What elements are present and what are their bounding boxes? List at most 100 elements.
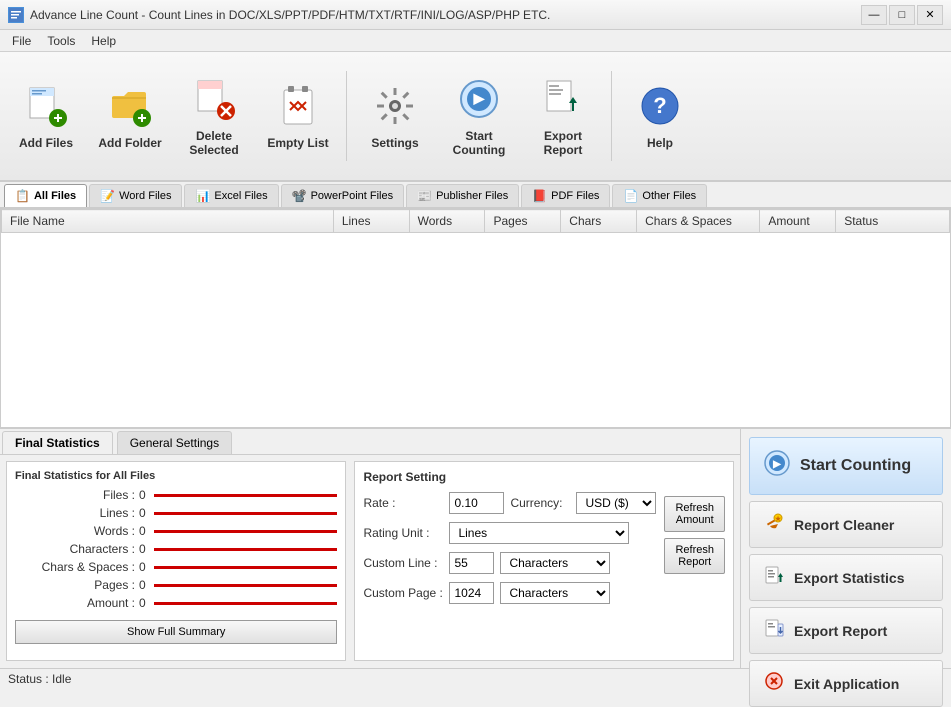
- start-counting-action-button[interactable]: ▶ Start Counting: [749, 437, 943, 495]
- bottom-tab-content: Final Statistics for All Files Files : 0…: [0, 455, 740, 667]
- tab-word-files[interactable]: 📝 Word Files: [89, 184, 182, 207]
- stat-value-pages: 0: [139, 578, 146, 592]
- report-cleaner-button[interactable]: ★ Report Cleaner: [749, 501, 943, 548]
- toolbar-divider-1: [346, 71, 347, 161]
- delete-selected-label: Delete Selected: [179, 129, 249, 157]
- add-folder-icon: [106, 82, 154, 130]
- svg-text:?: ?: [653, 93, 666, 118]
- svg-text:▶: ▶: [772, 459, 782, 470]
- custom-page-unit-select[interactable]: Characters Words: [500, 582, 610, 604]
- add-folder-label: Add Folder: [98, 136, 161, 150]
- rate-input[interactable]: [449, 492, 504, 514]
- stat-label-files: Files :: [15, 488, 135, 502]
- delete-selected-button[interactable]: Delete Selected: [174, 58, 254, 174]
- start-counting-action-icon: ▶: [764, 450, 790, 482]
- export-statistics-button[interactable]: Export Statistics: [749, 554, 943, 601]
- app-title: Advance Line Count - Count Lines in DOC/…: [30, 8, 861, 22]
- stat-row-words: Words : 0: [15, 524, 337, 538]
- stat-bar-files: [154, 494, 338, 497]
- start-counting-button[interactable]: ▶ Start Counting: [439, 58, 519, 174]
- currency-select[interactable]: USD ($) EUR (€) GBP (£): [576, 492, 656, 514]
- custom-page-input[interactable]: [449, 582, 494, 604]
- delete-selected-icon: [190, 75, 238, 123]
- tab-publisher-files[interactable]: 📰 Publisher Files: [406, 184, 519, 207]
- stat-row-chars: Characters : 0: [15, 542, 337, 556]
- close-button[interactable]: ✕: [917, 5, 943, 25]
- stat-bar-amount: [154, 602, 338, 605]
- export-report-action-button[interactable]: Export Report: [749, 607, 943, 654]
- tab-other-files[interactable]: 📄 Other Files: [612, 184, 707, 207]
- add-files-button[interactable]: Add Files: [6, 58, 86, 174]
- settings-label: Settings: [371, 136, 418, 150]
- pdf-files-icon: 📕: [532, 189, 547, 203]
- maximize-button[interactable]: □: [889, 5, 915, 25]
- tab-excel-files[interactable]: 📊 Excel Files: [184, 184, 278, 207]
- stat-label-chars-spaces: Chars & Spaces :: [15, 560, 135, 574]
- statistics-box: Final Statistics for All Files Files : 0…: [6, 461, 346, 661]
- rating-unit-label: Rating Unit :: [363, 526, 443, 540]
- refresh-report-button[interactable]: Refresh Report: [664, 538, 725, 574]
- export-report-action-label: Export Report: [794, 623, 887, 639]
- tab-general-settings[interactable]: General Settings: [117, 431, 232, 454]
- empty-list-button[interactable]: Empty List: [258, 58, 338, 174]
- col-chars: Chars: [561, 210, 637, 233]
- stat-value-chars: 0: [139, 542, 146, 556]
- stat-label-chars: Characters :: [15, 542, 135, 556]
- stat-bar-chars: [154, 548, 338, 551]
- export-report-label: Export Report: [528, 129, 598, 157]
- stat-value-amount: 0: [139, 596, 146, 610]
- bottom-tabs: Final Statistics General Settings: [0, 429, 740, 455]
- stat-bar-lines: [154, 512, 338, 515]
- refresh-amount-button[interactable]: Refresh Amount: [664, 496, 725, 532]
- rate-label: Rate :: [363, 496, 443, 510]
- add-files-label: Add Files: [19, 136, 73, 150]
- svg-text:▶: ▶: [473, 90, 486, 106]
- window-controls: — □ ✕: [861, 5, 943, 25]
- statistics-box-title: Final Statistics for All Files: [15, 470, 337, 482]
- stat-value-words: 0: [139, 524, 146, 538]
- col-amount: Amount: [760, 210, 836, 233]
- export-statistics-label: Export Statistics: [794, 570, 904, 586]
- empty-list-label: Empty List: [267, 136, 328, 150]
- tab-pdf-files[interactable]: 📕 PDF Files: [521, 184, 610, 207]
- all-files-icon: 📋: [15, 189, 30, 203]
- stat-row-lines: Lines : 0: [15, 506, 337, 520]
- menu-help[interactable]: Help: [83, 32, 124, 49]
- stat-label-lines: Lines :: [15, 506, 135, 520]
- publisher-files-icon: 📰: [417, 189, 432, 203]
- report-settings-title: Report Setting: [363, 470, 725, 484]
- help-button[interactable]: ? Help: [620, 58, 700, 174]
- exit-application-label: Exit Application: [794, 676, 899, 692]
- status-text: Status : Idle: [8, 672, 71, 686]
- other-files-icon: 📄: [623, 189, 638, 203]
- export-report-icon: [539, 75, 587, 123]
- settings-button[interactable]: Settings: [355, 58, 435, 174]
- exit-application-button[interactable]: Exit Application: [749, 660, 943, 707]
- col-chars-spaces: Chars & Spaces: [637, 210, 760, 233]
- tab-powerpoint-files[interactable]: 📽️ PowerPoint Files: [281, 184, 405, 207]
- menu-bar: File Tools Help: [0, 30, 951, 52]
- rating-unit-select[interactable]: Lines Words Characters Pages: [449, 522, 629, 544]
- stat-value-lines: 0: [139, 506, 146, 520]
- show-full-summary-button[interactable]: Show Full Summary: [15, 620, 337, 644]
- currency-label: Currency:: [510, 496, 570, 510]
- custom-page-label: Custom Page :: [363, 586, 443, 600]
- custom-line-input[interactable]: [449, 552, 494, 574]
- excel-files-icon: 📊: [195, 189, 210, 203]
- report-cleaner-label: Report Cleaner: [794, 517, 894, 533]
- custom-line-unit-select[interactable]: Characters Words: [500, 552, 610, 574]
- file-table-container: File Name Lines Words Pages Chars Chars …: [0, 208, 951, 428]
- menu-tools[interactable]: Tools: [39, 32, 83, 49]
- tab-final-statistics[interactable]: Final Statistics: [2, 431, 113, 454]
- custom-line-label: Custom Line :: [363, 556, 443, 570]
- tab-all-files[interactable]: 📋 All Files: [4, 184, 87, 207]
- help-label: Help: [647, 136, 673, 150]
- add-folder-button[interactable]: Add Folder: [90, 58, 170, 174]
- export-report-button[interactable]: Export Report: [523, 58, 603, 174]
- stat-label-pages: Pages :: [15, 578, 135, 592]
- stat-label-amount: Amount :: [15, 596, 135, 610]
- stat-value-chars-spaces: 0: [139, 560, 146, 574]
- stat-row-chars-spaces: Chars & Spaces : 0: [15, 560, 337, 574]
- minimize-button[interactable]: —: [861, 5, 887, 25]
- menu-file[interactable]: File: [4, 32, 39, 49]
